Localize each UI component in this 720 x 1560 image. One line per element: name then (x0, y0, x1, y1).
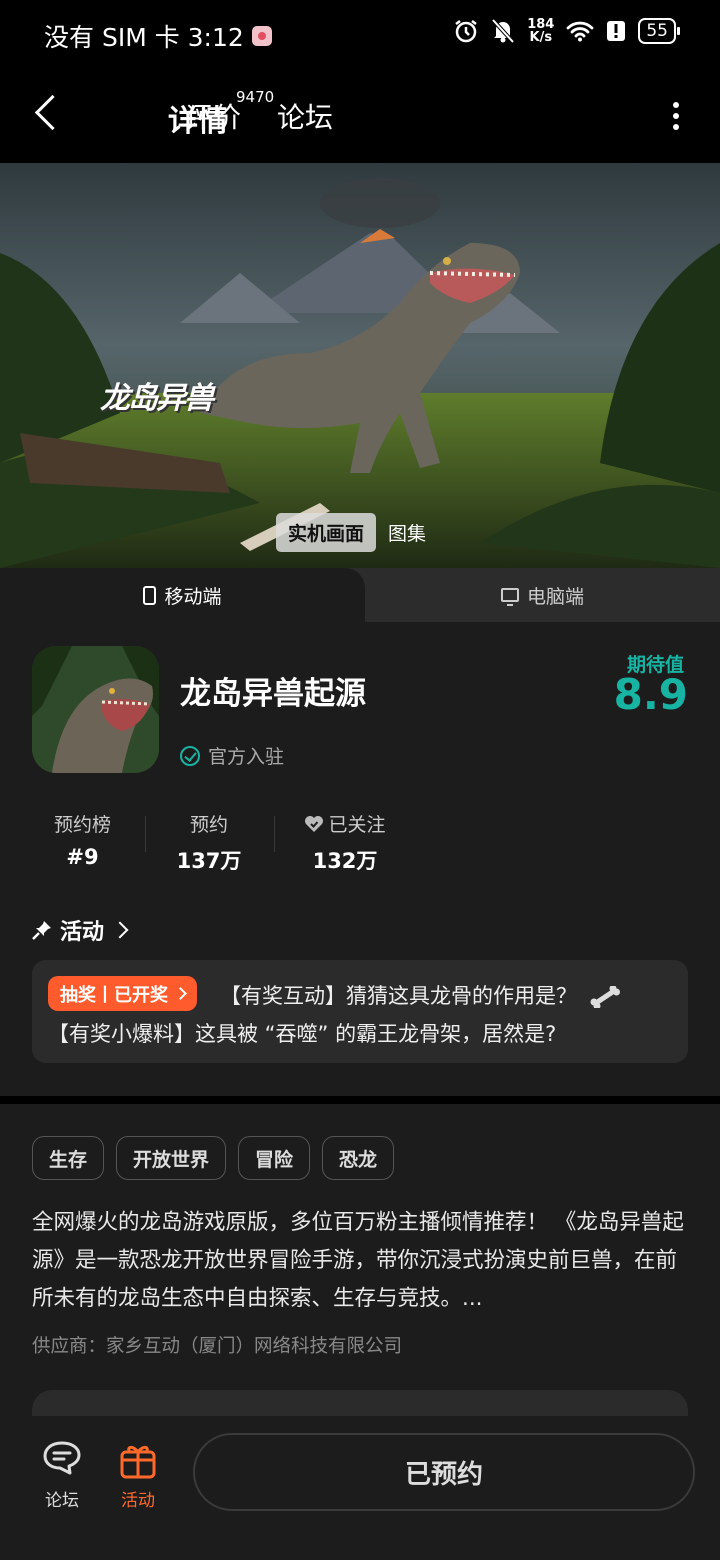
battery-indicator: 55 (638, 18, 680, 44)
platform-tabs: 移动端 电脑端 (0, 568, 720, 622)
app-info-panel: 龙岛异兽起源 官方入驻 期待值 8.9 预约榜 #9 预约 137万 已关注 1… (0, 622, 720, 1096)
activity-header[interactable]: 活动 (32, 914, 129, 946)
platform-pc-label: 电脑端 (526, 585, 584, 608)
media-tab-gallery[interactable]: 图集 (376, 513, 438, 552)
stat-followers[interactable]: 已关注 132万 (290, 810, 400, 875)
status-right: 184 K/s 55 (453, 17, 680, 45)
official-badge: 官方入驻 (180, 742, 284, 769)
tag[interactable]: 开放世界 (116, 1136, 227, 1180)
top-nav: 详情 评价 9470 论坛 (0, 68, 720, 163)
platform-mobile-label: 移动端 (164, 585, 222, 608)
forum-icon (43, 1441, 81, 1475)
back-button[interactable] (30, 92, 66, 138)
stat-value: 132万 (312, 849, 378, 873)
bottom-forum-label: 论坛 (45, 1491, 79, 1511)
tab-forum[interactable]: 论坛 (277, 96, 333, 136)
hero-media[interactable]: 龙岛异兽 实机画面 图集 (0, 163, 720, 568)
activity-item[interactable]: 【有奖小爆料】这具被 “吞噬” 的霸王龙骨架，居然是? (48, 1018, 556, 1048)
official-label: 官方入驻 (208, 746, 285, 768)
stats-row: 预约榜 #9 预约 137万 已关注 132万 (0, 810, 720, 880)
game-description[interactable]: 全网爆火的龙岛游戏原版，多位百万粉主播倾情推荐！ 《龙岛异兽起源》是一款恐龙开放… (32, 1204, 692, 1318)
activity-card[interactable]: 抽奖丨已开奖 【有奖互动】猜猜这具龙骨的作用是？ 【有奖小爆料】这具被 “吞噬”… (32, 960, 688, 1063)
screen-record-icon (251, 26, 272, 46)
heart-icon (305, 815, 324, 832)
stat-reservations: 预约 137万 (160, 810, 258, 875)
app-icon (32, 646, 159, 773)
more-options-icon[interactable] (672, 102, 680, 130)
carrier-time: 没有 SIM 卡 3:12 (44, 23, 244, 52)
platform-tab-mobile[interactable]: 移动端 (0, 568, 365, 622)
check-circle-icon (180, 745, 200, 766)
stat-label: 已关注 (290, 810, 400, 837)
description-panel: 生存 开放世界 冒险 恐龙 全网爆火的龙岛游戏原版，多位百万粉主播倾情推荐！ 《… (0, 1104, 720, 1416)
activity-title: 活动 (60, 920, 105, 945)
bottom-activity-label: 活动 (121, 1491, 155, 1511)
tab-review[interactable]: 评价 (185, 96, 241, 136)
tag[interactable]: 恐龙 (322, 1136, 395, 1180)
stat-label: 预约榜 (53, 814, 111, 836)
gift-icon (120, 1445, 156, 1479)
tab-detail[interactable]: 详情 (84, 96, 228, 140)
app-name: 龙岛异兽起源 (180, 676, 366, 712)
chevron-right-icon (111, 921, 129, 939)
status-left: 没有 SIM 卡 3:12 (44, 18, 272, 54)
alarm-icon (455, 20, 477, 43)
chevron-right-icon (174, 987, 187, 1000)
bottom-action-bar: 论坛 活动 已预约 (0, 1416, 720, 1560)
active-tab-underline (84, 128, 144, 140)
next-section-card (32, 1390, 688, 1416)
supplier-info: 供应商：家乡互动（厦门）网络科技有限公司 (32, 1336, 403, 1357)
bottom-activity-button[interactable]: 活动 (108, 1440, 168, 1511)
tag[interactable]: 生存 (32, 1136, 105, 1180)
media-tab-gameplay[interactable]: 实机画面 (276, 513, 377, 552)
lottery-badge[interactable]: 抽奖丨已开奖 (48, 976, 197, 1011)
stat-reserve-rank[interactable]: 预约榜 #9 (40, 810, 125, 869)
status-bar: 没有 SIM 卡 3:12 184 K/s 55 (0, 0, 720, 68)
expectation-score: 8.9 (613, 670, 688, 719)
pin-icon (32, 921, 51, 940)
tag-list: 生存 开放世界 冒险 恐龙 (32, 1136, 395, 1180)
network-speed: 184 K/s (527, 17, 555, 45)
review-count-badge: 9470 (236, 88, 275, 106)
divider (274, 816, 275, 852)
media-tabs: 实机画面 图集 (276, 513, 438, 552)
stat-value: 137万 (176, 849, 242, 873)
game-logo: 龙岛异兽 (100, 381, 214, 416)
wifi-icon (566, 21, 594, 42)
stat-value: #9 (66, 845, 99, 869)
phone-icon (143, 585, 157, 605)
tag[interactable]: 冒险 (238, 1136, 311, 1180)
stat-label: 预约 (189, 814, 228, 836)
reserved-button[interactable]: 已预约 (193, 1433, 695, 1511)
bone-icon (590, 985, 620, 1010)
divider (145, 816, 146, 852)
monitor-icon (500, 588, 519, 606)
hero-dinosaur-artwork (0, 163, 720, 568)
alert-icon (607, 21, 626, 41)
mute-bell-icon (491, 18, 515, 44)
platform-tab-pc[interactable]: 电脑端 (365, 568, 720, 622)
activity-item[interactable]: 【有奖互动】猜猜这具龙骨的作用是？ (220, 980, 620, 1010)
bottom-forum-button[interactable]: 论坛 (32, 1440, 92, 1511)
